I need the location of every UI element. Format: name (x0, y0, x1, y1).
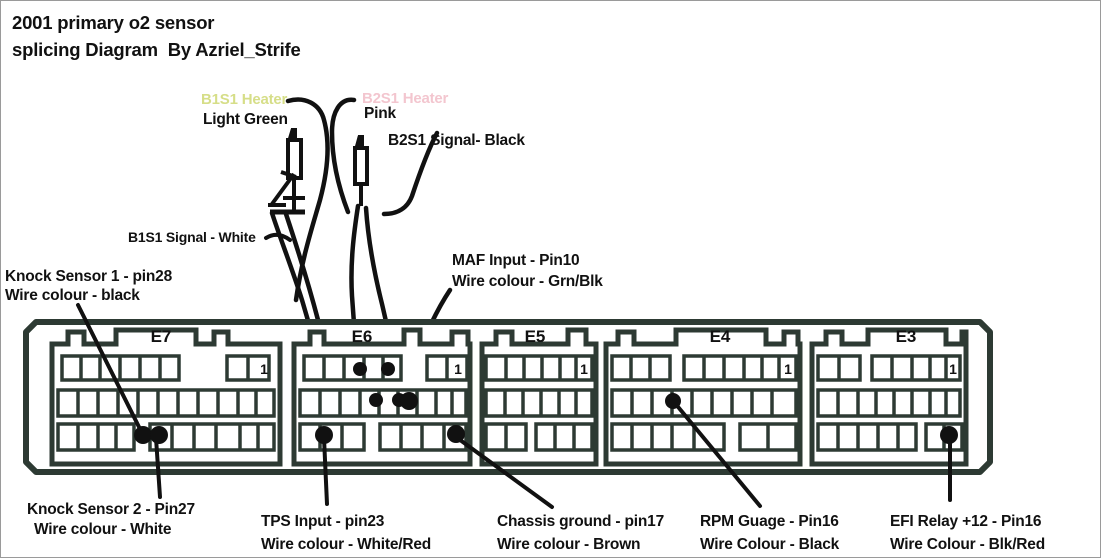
wiring-diagram-canvas: 2001 primary o2 sensor splicing Diagram … (0, 0, 1101, 558)
pin-dot-e6-top-b (381, 362, 395, 376)
pin-dot-tps-input (315, 426, 333, 444)
connector-E4-pin1-label: 1 (784, 361, 792, 377)
b2s1-sensor-connector-glyph (353, 135, 369, 206)
pin-dot-efi-relay (940, 426, 958, 444)
pin-dot-e6-top-a (353, 362, 367, 376)
pin-dot-knock-sensor-1 (134, 426, 152, 444)
connector-E7-pin1-label: 1 (260, 361, 268, 377)
connector-E7-label: E7 (151, 327, 172, 346)
pin-dot-e6-mid-a (369, 393, 383, 407)
connector-E6-label: E6 (352, 327, 373, 346)
diagram-vector-layer: E7 1 E6 1 E5 1 E4 1 E3 1 (23, 97, 993, 509)
pin-dot-maf-input (400, 392, 418, 410)
connector-E5-label: E5 (525, 327, 546, 346)
pin-dot-chassis-ground (447, 425, 465, 443)
connector-E5-pin1-label: 1 (580, 361, 588, 377)
pin-dot-knock-sensor-2 (150, 426, 168, 444)
b1s1-sensor-connector-glyph (268, 128, 305, 215)
connector-E3-label: E3 (896, 327, 917, 346)
connector-E3-pin1-label: 1 (949, 361, 957, 377)
pin-dot-rpm-gauge (665, 393, 681, 409)
connector-E6-pin1-label: 1 (454, 361, 462, 377)
connector-E4-label: E4 (710, 327, 731, 346)
